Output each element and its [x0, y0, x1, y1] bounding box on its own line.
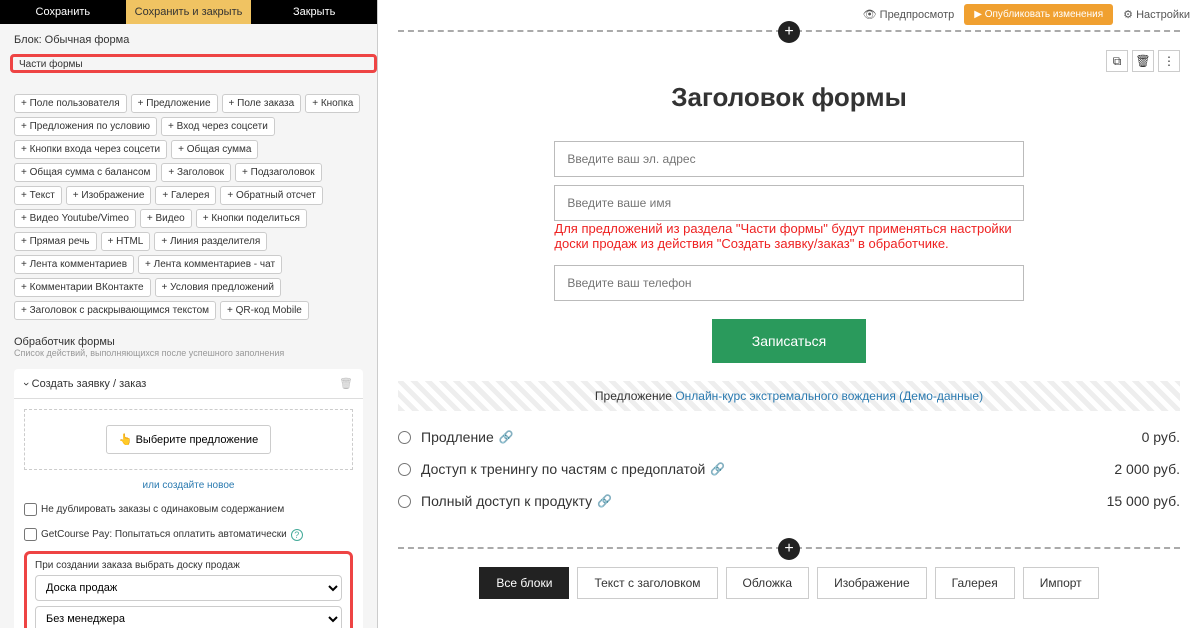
more-icon[interactable]: ⋮	[1158, 50, 1180, 72]
add-field-chip[interactable]: + Видео Youtube/Vimeo	[14, 209, 136, 228]
add-field-chip[interactable]: + Видео	[140, 209, 192, 228]
add-field-chip[interactable]: + Лента комментариев - чат	[138, 255, 282, 274]
add-field-chip[interactable]: + Кнопки поделиться	[196, 209, 307, 228]
offer-row[interactable]: Полный доступ к продукту🔗15 000 руб.	[398, 485, 1180, 517]
tab-close[interactable]: Закрыть	[251, 0, 377, 24]
add-field-chip[interactable]: + Обратный отсчет	[220, 186, 322, 205]
form-title: Заголовок формы	[398, 62, 1180, 133]
handler-action-head[interactable]: › Создать заявку / заказ 🗑	[14, 369, 363, 399]
chevron-down-icon: ›	[20, 382, 32, 386]
add-field-chip[interactable]: + Общая сумма	[171, 140, 258, 159]
help-icon[interactable]: ?	[291, 529, 303, 541]
handler-subtitle: Список действий, выполняющихся после усп…	[0, 348, 377, 364]
section-form-parts: Части формы	[10, 54, 377, 73]
publish-button[interactable]: ▶ Опубликовать изменения	[964, 4, 1113, 25]
manager-select[interactable]: Без менеджера	[35, 606, 342, 628]
offer-drop-zone: 👆 Выберите предложение	[24, 409, 353, 470]
add-field-chip[interactable]: + Подзаголовок	[235, 163, 322, 182]
picker-Обложка[interactable]: Обложка	[726, 567, 810, 599]
add-field-chip[interactable]: + QR-код Mobile	[220, 301, 309, 320]
add-field-chip[interactable]: + Прямая речь	[14, 232, 97, 251]
board-select[interactable]: Доска продаж	[35, 575, 342, 601]
link-icon[interactable]: 🔗	[710, 462, 725, 476]
add-field-chip[interactable]: + Предложения по условию	[14, 117, 157, 136]
create-offer-link[interactable]: или создайте новое	[24, 470, 353, 497]
offers-list: Продление🔗0 руб.Доступ к тренингу по час…	[398, 421, 1180, 517]
link-icon[interactable]: 🔗	[597, 494, 612, 508]
offer-radio[interactable]	[398, 431, 411, 444]
tab-save-close[interactable]: Сохранить и закрыть	[126, 0, 252, 24]
add-field-chip[interactable]: + Условия предложений	[155, 278, 281, 297]
add-field-chip[interactable]: + HTML	[101, 232, 151, 251]
name-input[interactable]	[554, 185, 1023, 221]
tab-save[interactable]: Сохранить	[0, 0, 126, 24]
picker-Изображение[interactable]: Изображение	[817, 567, 927, 599]
add-field-chip[interactable]: + Предложение	[131, 94, 218, 113]
add-field-chip[interactable]: + Изображение	[66, 186, 152, 205]
add-field-chip[interactable]: + Заголовок с раскрывающимся текстом	[14, 301, 216, 320]
delete-icon[interactable]: 🗑	[339, 377, 353, 390]
add-field-chip[interactable]: + Галерея	[155, 186, 216, 205]
overlay-note: Для предложений из раздела "Части формы"…	[554, 221, 1023, 257]
offer-price: 15 000 руб.	[1107, 493, 1180, 509]
field-chips: + Поле пользователя+ Предложение+ Поле з…	[0, 86, 377, 328]
link-icon[interactable]: 🔗	[499, 430, 514, 444]
offer-link[interactable]: Онлайн-курс экстремального вождения (Дем…	[675, 389, 983, 403]
copy-icon[interactable]: ⧉	[1106, 50, 1128, 72]
add-field-chip[interactable]: + Поле пользователя	[14, 94, 127, 113]
handler-title: Обработчик формы	[0, 328, 377, 348]
picker-Текст с заголовком[interactable]: Текст с заголовком	[577, 567, 717, 599]
preview-link[interactable]: 👁 Предпросмотр	[863, 8, 955, 21]
add-field-chip[interactable]: + Вход через соцсети	[161, 117, 275, 136]
offer-price: 0 руб.	[1142, 429, 1180, 445]
offer-bar: Предложение Онлайн-курс экстремального в…	[398, 381, 1180, 411]
gcpay-checkbox[interactable]: GetCourse Pay: Попытаться оплатить автом…	[24, 522, 353, 547]
trash-icon[interactable]: 🗑	[1132, 50, 1154, 72]
add-field-chip[interactable]: + Лента комментариев	[14, 255, 134, 274]
submit-button[interactable]: Записаться	[712, 319, 866, 363]
picker-Импорт[interactable]: Импорт	[1023, 567, 1099, 599]
add-field-chip[interactable]: + Линия разделителя	[154, 232, 267, 251]
add-field-chip[interactable]: + Комментарии ВКонтакте	[14, 278, 151, 297]
gear-icon: ⚙	[1123, 8, 1133, 21]
add-field-chip[interactable]: + Текст	[14, 186, 62, 205]
add-block-button[interactable]: +	[778, 538, 800, 560]
add-field-chip[interactable]: + Кнопка	[305, 94, 360, 113]
add-field-chip[interactable]: + Кнопки входа через соцсети	[14, 140, 167, 159]
settings-link[interactable]: ⚙ Настройки	[1123, 8, 1190, 21]
offer-radio[interactable]	[398, 463, 411, 476]
offer-radio[interactable]	[398, 495, 411, 508]
offer-row[interactable]: Продление🔗0 руб.	[398, 421, 1180, 453]
board-label: При создании заказа выбрать доску продаж	[35, 560, 342, 575]
block-title: Блок: Обычная форма	[0, 24, 377, 51]
add-field-chip[interactable]: + Общая сумма с балансом	[14, 163, 157, 182]
offer-row[interactable]: Доступ к тренингу по частям с предоплато…	[398, 453, 1180, 485]
add-field-chip[interactable]: + Заголовок	[161, 163, 231, 182]
picker-Все блоки[interactable]: Все блоки	[479, 567, 569, 599]
add-block-button[interactable]: +	[778, 21, 800, 43]
email-input[interactable]	[554, 141, 1023, 177]
no-duplicate-checkbox[interactable]: Не дублировать заказы с одинаковым содер…	[24, 497, 353, 522]
offer-price: 2 000 руб.	[1114, 461, 1180, 477]
phone-input[interactable]	[554, 265, 1023, 301]
add-field-chip[interactable]: + Поле заказа	[222, 94, 302, 113]
pick-offer-button[interactable]: 👆 Выберите предложение	[106, 425, 271, 454]
picker-Галерея[interactable]: Галерея	[935, 567, 1015, 599]
